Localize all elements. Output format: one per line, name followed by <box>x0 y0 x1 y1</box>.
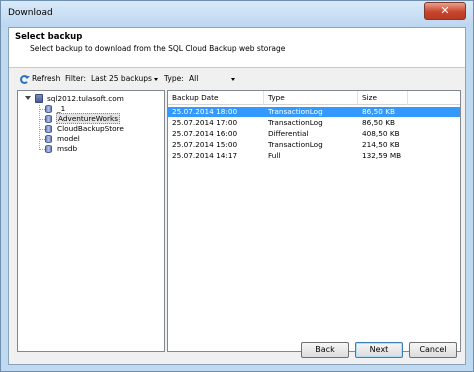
cell-type: TransactionLog <box>268 140 323 149</box>
cell-size: 214,50 KB <box>362 140 400 149</box>
wizard-header: Select backup Select backup to download … <box>9 28 465 68</box>
type-dropdown[interactable]: All <box>189 74 198 83</box>
cancel-button[interactable]: Cancel <box>409 342 457 358</box>
cell-backup-date: 25.07.2014 17:00 <box>172 118 238 127</box>
cell-type: TransactionLog <box>268 118 323 127</box>
column-header-size[interactable]: Size <box>358 91 408 105</box>
table-row[interactable]: 25.07.2014 14:17 Full 132,59 MB <box>168 151 460 161</box>
window-title: Download <box>8 8 53 18</box>
cell-type: Full <box>268 151 281 160</box>
database-icon <box>45 105 52 113</box>
column-header-type[interactable]: Type <box>264 91 358 105</box>
database-icon <box>45 115 52 123</box>
title-bar[interactable]: Download ✕ <box>1 1 473 27</box>
back-button[interactable]: Back <box>301 342 349 358</box>
tree-item-label: CloudBackupStore <box>57 124 124 133</box>
cell-type: Differential <box>268 129 309 138</box>
dialog-body: Select backup Select backup to download … <box>8 27 466 365</box>
tree-item-label: model <box>57 134 80 143</box>
next-button[interactable]: Next <box>355 342 403 358</box>
page-subtitle: Select backup to download from the SQL C… <box>30 44 286 53</box>
table-row[interactable]: 25.07.2014 18:00 TransactionLog 86,50 KB <box>168 107 460 117</box>
back-button-label: Back <box>315 345 335 354</box>
filter-label: Filter: <box>65 74 86 83</box>
grid-header: Backup Date Type Size <box>168 91 460 105</box>
cell-size: 132,59 MB <box>362 151 402 160</box>
cell-type: TransactionLog <box>268 107 323 116</box>
tree-item-label: _1 <box>57 104 66 113</box>
cell-size: 86,50 KB <box>362 118 395 127</box>
close-button[interactable]: ✕ <box>424 2 466 20</box>
database-icon <box>45 135 52 143</box>
table-row[interactable]: 25.07.2014 15:00 TransactionLog 214,50 K… <box>168 140 460 150</box>
table-row[interactable]: 25.07.2014 17:00 TransactionLog 86,50 KB <box>168 118 460 128</box>
tree-item-label: sql2012.tulasoft.com <box>47 94 124 103</box>
filter-chevron-down-icon[interactable] <box>154 78 158 81</box>
cell-backup-date: 25.07.2014 16:00 <box>172 129 238 138</box>
refresh-icon[interactable] <box>20 75 30 84</box>
database-icon <box>45 145 52 153</box>
type-chevron-down-icon[interactable] <box>231 78 235 81</box>
page-title: Select backup <box>15 32 83 42</box>
cancel-button-label: Cancel <box>419 345 447 354</box>
cell-backup-date: 25.07.2014 14:17 <box>172 151 238 160</box>
cell-backup-date: 25.07.2014 15:00 <box>172 140 238 149</box>
database-tree[interactable]: sql2012.tulasoft.com _1 AdventureWorks C… <box>17 90 165 352</box>
refresh-button[interactable]: Refresh <box>32 74 60 83</box>
server-icon <box>35 94 43 103</box>
expand-chevron-down-icon[interactable] <box>25 96 31 100</box>
cell-size: 86,50 KB <box>362 107 395 116</box>
tree-item-label: msdb <box>57 144 78 153</box>
backup-grid[interactable]: Backup Date Type Size 25.07.2014 18:00 T… <box>167 90 461 352</box>
next-button-label: Next <box>369 345 389 354</box>
type-label: Type: <box>164 74 184 83</box>
toolbar: Refresh Filter: Last 25 backups Type: Al… <box>9 71 465 89</box>
cell-size: 408,50 KB <box>362 129 400 138</box>
database-icon <box>45 125 52 133</box>
cell-backup-date: 25.07.2014 18:00 <box>172 107 238 116</box>
tree-connector <box>39 105 40 150</box>
tree-item-label: AdventureWorks <box>56 113 121 124</box>
table-row[interactable]: 25.07.2014 16:00 Differential 408,50 KB <box>168 129 460 139</box>
download-dialog: Download ✕ Select backup Select backup t… <box>0 0 474 372</box>
column-header-backup-date[interactable]: Backup Date <box>168 91 264 105</box>
filter-dropdown[interactable]: Last 25 backups <box>91 74 152 83</box>
